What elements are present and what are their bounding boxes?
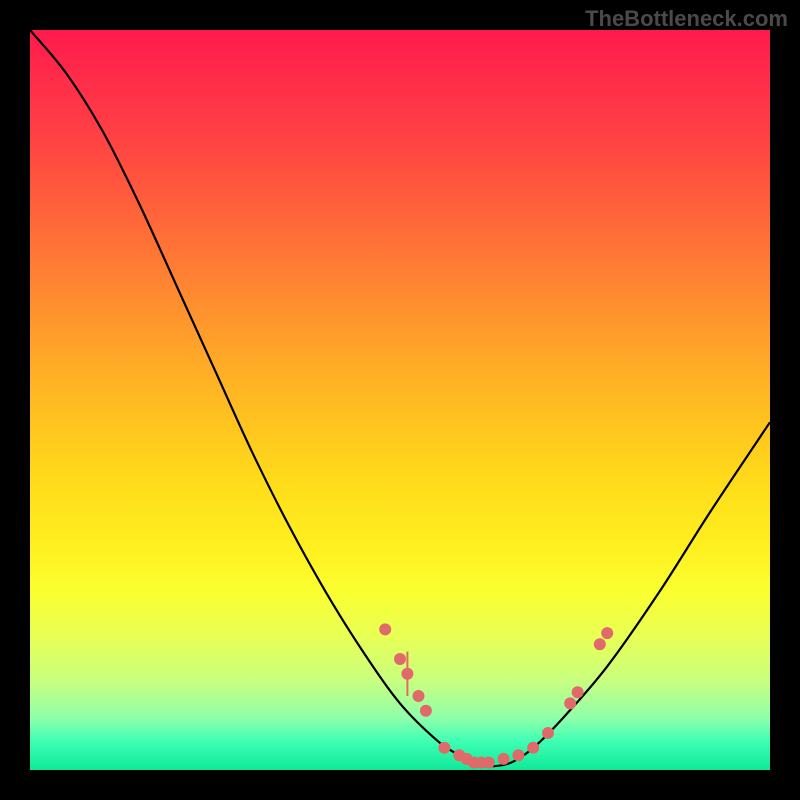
data-point xyxy=(401,668,413,680)
data-point xyxy=(498,753,510,765)
data-point xyxy=(394,653,406,665)
watermark-text: TheBottleneck.com xyxy=(585,6,788,32)
data-point xyxy=(542,727,554,739)
data-point xyxy=(438,742,450,754)
data-point xyxy=(512,749,524,761)
plot-area xyxy=(30,30,770,770)
data-point xyxy=(483,757,495,769)
chart-container: TheBottleneck.com xyxy=(0,0,800,800)
data-point xyxy=(594,638,606,650)
data-point xyxy=(564,697,576,709)
data-point xyxy=(527,742,539,754)
data-point xyxy=(420,705,432,717)
data-point xyxy=(572,686,584,698)
scatter-markers xyxy=(379,623,613,768)
data-point xyxy=(379,623,391,635)
data-point xyxy=(413,690,425,702)
data-point xyxy=(601,627,613,639)
chart-svg xyxy=(30,30,770,770)
